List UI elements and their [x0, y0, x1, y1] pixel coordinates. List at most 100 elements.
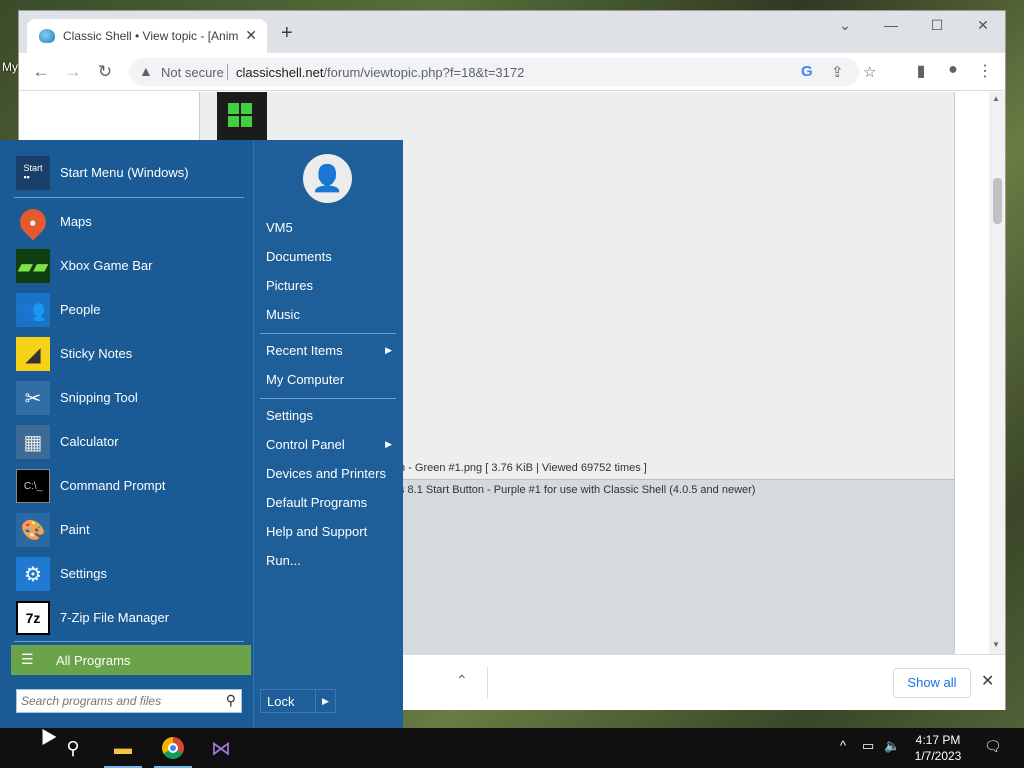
browser-tab[interactable]: Classic Shell • View topic - [Anim ✕	[27, 19, 267, 53]
start-right-item-documents[interactable]: Documents	[262, 244, 398, 270]
user-avatar[interactable]: 👤	[303, 154, 352, 203]
scroll-down-icon[interactable]: ▼	[992, 640, 1000, 649]
start-item-7zip[interactable]: 7z 7-Zip File Manager	[14, 598, 250, 638]
taskbar-search-button[interactable]: ⚲	[50, 728, 96, 768]
url-host: classicshell.net	[236, 65, 324, 80]
start-right-item-run[interactable]: Run...	[262, 548, 398, 574]
start-item-calculator[interactable]: ▦ Calculator	[14, 422, 250, 462]
submenu-arrow-icon: ▶	[385, 345, 392, 355]
start-item-people[interactable]: 👥 People	[14, 290, 250, 330]
search-icon: ⚲	[66, 737, 80, 758]
start-right-item-recent-items[interactable]: Recent Items ▶	[262, 338, 398, 364]
tab-title: Classic Shell • View topic - [Anim	[63, 29, 239, 43]
security-status[interactable]: Not secure	[161, 65, 224, 80]
sticky-notes-icon: ◢	[16, 337, 50, 371]
address-bar[interactable]: ▲ Not secure classicshell.net/forum/view…	[129, 58, 876, 86]
show-hidden-icons-chevron-icon[interactable]: ^	[840, 738, 846, 753]
chrome-icon	[162, 737, 184, 759]
google-lens-icon[interactable]: G	[801, 63, 813, 80]
start-right-item-settings[interactable]: Settings	[262, 403, 398, 429]
start-item-snipping-tool[interactable]: ✂ Snipping Tool	[14, 378, 250, 418]
start-right-item-music[interactable]: Music	[262, 302, 398, 328]
download-bar-close-icon[interactable]: ✕	[981, 671, 994, 691]
scroll-thumb[interactable]	[993, 178, 1002, 224]
start-item-settings[interactable]: ⚙ Settings	[14, 554, 250, 594]
list-icon: ☰	[21, 651, 34, 667]
start-search-input[interactable]	[21, 693, 217, 709]
start-search-box[interactable]: ⚲	[16, 689, 242, 713]
share-icon[interactable]: ⇪	[831, 63, 844, 81]
start-right-label: Music	[266, 307, 300, 322]
desktop-icon-label[interactable]: My	[2, 60, 18, 74]
all-programs-button[interactable]: ☰ All Programs	[11, 645, 251, 675]
all-programs-label: All Programs	[56, 653, 131, 668]
windows-logo-image	[217, 92, 267, 140]
search-icon[interactable]: ⚲	[226, 692, 236, 709]
volume-icon[interactable]: 🔈	[884, 738, 900, 754]
warning-triangle-icon[interactable]: ▲	[139, 63, 153, 79]
taskbar: ⚲ ▬ ⋈ ^ ▭ 🔈 4:17 PM 1/7/2023 🗨	[0, 728, 1024, 768]
side-panel-icon[interactable]: ▮	[909, 61, 933, 81]
start-right-label: Devices and Printers	[266, 466, 386, 481]
start-item-sticky-notes[interactable]: ◢ Sticky Notes	[14, 334, 250, 374]
minimize-button[interactable]: —	[871, 17, 911, 33]
start-item-label: Command Prompt	[60, 478, 166, 493]
show-all-button[interactable]: Show all	[893, 668, 971, 698]
download-chevron-icon[interactable]: ⌃	[456, 672, 468, 689]
omnibox-divider	[227, 64, 228, 80]
7zip-icon: 7z	[16, 601, 50, 635]
notifications-icon[interactable]: 🗨	[984, 738, 1002, 755]
lock-label: Lock	[267, 694, 295, 709]
chrome-menu-icon[interactable]: ⋮	[973, 61, 997, 81]
start-right-item-help-and-support[interactable]: Help and Support	[262, 519, 398, 545]
taskbar-file-explorer[interactable]: ▬	[100, 728, 146, 768]
start-right-item-control-panel[interactable]: Control Panel ▶	[262, 432, 398, 458]
tab-close-icon[interactable]: ✕	[245, 27, 257, 44]
lock-button[interactable]: Lock ▶	[260, 689, 336, 713]
system-clock[interactable]: 4:17 PM 1/7/2023	[904, 732, 972, 764]
start-right-label: Run...	[266, 553, 301, 568]
start-item-label: Maps	[60, 214, 92, 229]
page-scrollbar[interactable]: ▲ ▼	[989, 92, 1005, 654]
taskbar-visual-studio[interactable]: ⋈	[198, 728, 244, 768]
shutdown-options-arrow-icon[interactable]: ▶	[315, 690, 335, 712]
forward-button[interactable]: →	[61, 62, 85, 82]
snipping-tool-icon: ✂	[16, 381, 50, 415]
attachment-caption: n - Green #1.png [ 3.76 KiB | Viewed 697…	[399, 462, 647, 474]
new-tab-button[interactable]: +	[281, 23, 293, 43]
paint-icon: 🎨	[16, 513, 50, 547]
start-separator	[14, 197, 244, 198]
clock-time: 4:17 PM	[915, 733, 961, 747]
reload-button[interactable]: ↻	[93, 62, 117, 82]
taskbar-chrome[interactable]	[150, 728, 196, 768]
profile-icon[interactable]: ●	[941, 61, 965, 79]
back-button[interactable]: ←	[29, 62, 53, 82]
network-icon[interactable]: ▭	[862, 738, 874, 754]
start-right-item-devices-and-printers[interactable]: Devices and Printers	[262, 461, 398, 487]
folder-icon: ▬	[114, 737, 132, 758]
start-item-start-menu-windows[interactable]: Start ▪▪ Start Menu (Windows)	[14, 153, 250, 193]
calculator-icon: ▦	[16, 425, 50, 459]
start-right-label: My Computer	[266, 372, 345, 387]
start-item-label: Paint	[60, 522, 90, 537]
start-right-item-default-programs[interactable]: Default Programs	[262, 490, 398, 516]
start-right-item-my-computer[interactable]: My Computer	[262, 367, 398, 393]
classic-shell-favicon-icon	[39, 29, 55, 43]
start-item-maps[interactable]: ● Maps	[14, 202, 250, 242]
start-item-xbox-game-bar[interactable]: ▰▰ Xbox Game Bar	[14, 246, 250, 286]
start-item-label: Calculator	[60, 434, 119, 449]
maximize-button[interactable]: ☐	[917, 17, 957, 34]
start-item-paint[interactable]: 🎨 Paint	[14, 510, 250, 550]
start-item-command-prompt[interactable]: C:\_ Command Prompt	[14, 466, 250, 506]
start-right-item-vm5[interactable]: VM5	[262, 215, 398, 241]
attachment-title[interactable]: s 8.1 Start Button - Purple #1 for use w…	[399, 484, 755, 496]
start-right-item-pictures[interactable]: Pictures	[262, 273, 398, 299]
close-window-button[interactable]: ✕	[963, 17, 1003, 34]
start-right-label: VM5	[266, 220, 293, 235]
start-right-label: Recent Items	[266, 343, 343, 358]
bookmark-star-icon[interactable]: ☆	[863, 63, 876, 81]
scroll-up-icon[interactable]: ▲	[992, 94, 1000, 103]
tab-search-icon[interactable]: ⌄	[825, 17, 865, 34]
url-text[interactable]: classicshell.net/forum/viewtopic.php?f=1…	[236, 65, 524, 80]
start-item-label: Sticky Notes	[60, 346, 133, 361]
